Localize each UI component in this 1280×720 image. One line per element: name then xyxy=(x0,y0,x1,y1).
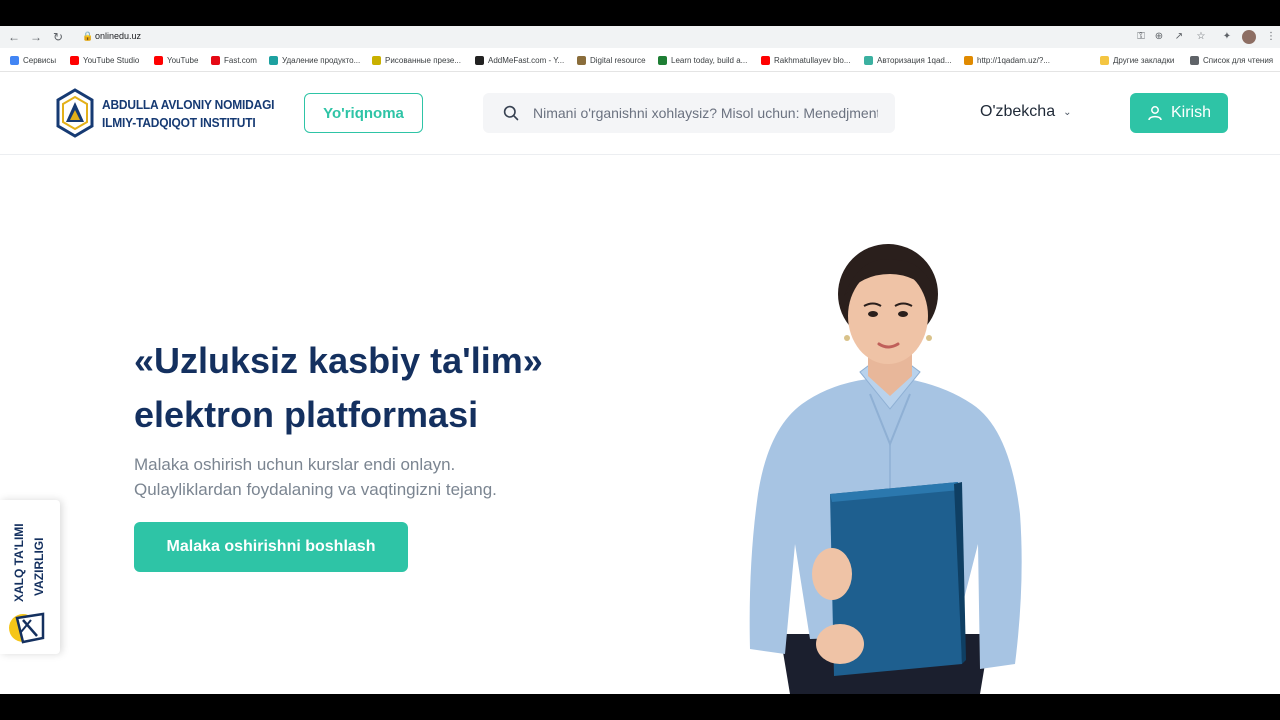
reload-icon[interactable]: ↻ xyxy=(50,29,66,45)
login-label: Kirish xyxy=(1170,104,1211,121)
share-icon[interactable]: ↗ xyxy=(1172,30,1186,44)
profile-avatar[interactable] xyxy=(1242,30,1256,44)
youtube-icon xyxy=(761,55,770,65)
site-icon xyxy=(864,55,873,65)
youtube-icon xyxy=(70,55,79,65)
bookmark-item[interactable]: Rakhmatullayev blo... xyxy=(761,54,850,66)
joomla-icon xyxy=(964,55,973,65)
bookmark-item[interactable]: Авторизация 1qad... xyxy=(864,54,952,66)
forward-icon[interactable]: → xyxy=(28,29,44,45)
site-icon xyxy=(269,55,278,65)
star-icon[interactable]: ☆ xyxy=(1194,30,1208,44)
language-label: O'zbekcha xyxy=(980,103,1056,120)
menu-icon[interactable]: ⋮ xyxy=(1264,30,1278,44)
hero-title: «Uzluksiz kasbiy ta'lim» elektron platfo… xyxy=(134,340,543,435)
screen-bottom-bar xyxy=(0,694,1280,720)
bookmark-item[interactable]: AddMeFast.com - Y... xyxy=(475,54,564,66)
bookmark-item[interactable]: Digital resource xyxy=(577,54,646,66)
bookmark-item[interactable]: YouTube Studio xyxy=(70,54,139,66)
bookmark-item[interactable]: Fast.com xyxy=(211,54,257,66)
page-content: ABDULLA AVLONIY NOMIDAGI ILMIY-TADQIQOT … xyxy=(0,72,1280,694)
screen-top-bar xyxy=(0,0,1280,26)
reading-list-icon xyxy=(1190,55,1199,65)
guide-button[interactable]: Yo'riqnoma xyxy=(304,93,423,133)
address-row: ← → ↻ 🔒 onlinedu.uz ⚿ ⊕ ↗ ☆ ✦ ⋮ xyxy=(0,26,1280,48)
address-bar[interactable]: 🔒 onlinedu.uz xyxy=(72,28,1222,46)
bookmark-item[interactable]: Сервисы xyxy=(10,54,56,66)
chevron-down-icon: ⌄ xyxy=(1063,106,1072,118)
ministry-logo-icon xyxy=(9,612,45,644)
search-box xyxy=(483,93,895,133)
hero-subtitle: Malaka oshirish uchun kurslar endi onlay… xyxy=(134,455,497,499)
grid-icon xyxy=(658,55,667,65)
institute-logo-icon[interactable] xyxy=(56,88,94,138)
teacher-photo xyxy=(749,244,1022,694)
site-header: ABDULLA AVLONIY NOMIDAGI ILMIY-TADQIQOT … xyxy=(0,72,1280,155)
login-button[interactable]: Kirish xyxy=(1130,93,1228,133)
institute-name[interactable]: ABDULLA AVLONIY NOMIDAGI ILMIY-TADQIQOT … xyxy=(102,96,275,132)
url-text: onlinedu.uz xyxy=(95,31,142,41)
search-input[interactable] xyxy=(533,93,878,133)
lock-icon: 🔒 xyxy=(82,31,94,41)
start-training-button[interactable]: Malaka oshirishni boshlash xyxy=(134,522,408,572)
search-icon xyxy=(503,105,519,121)
bookmark-item[interactable]: YouTube xyxy=(154,54,198,66)
bookmarks-bar: Сервисы YouTube Studio YouTube Fast.com … xyxy=(0,50,1280,70)
language-select[interactable]: O'zbekcha ⌄ xyxy=(980,103,1071,121)
apps-icon xyxy=(10,55,19,65)
back-icon[interactable]: ← xyxy=(6,29,22,45)
site-icon xyxy=(475,55,484,65)
speed-icon xyxy=(211,55,220,65)
bookmark-item[interactable]: Удаление продукто... xyxy=(269,54,360,66)
shield-icon xyxy=(577,55,586,65)
reading-list[interactable]: Список для чтения xyxy=(1190,54,1273,66)
site-icon xyxy=(372,55,381,65)
folder-icon xyxy=(1100,55,1109,65)
key-icon[interactable]: ⚿ xyxy=(1134,30,1148,44)
user-icon xyxy=(1148,106,1162,121)
bookmark-item[interactable]: Рисованные презе... xyxy=(372,54,461,66)
youtube-icon xyxy=(154,55,163,65)
extensions-icon[interactable]: ✦ xyxy=(1220,30,1234,44)
zoom-icon[interactable]: ⊕ xyxy=(1152,30,1166,44)
bookmark-folder[interactable]: Другие закладки xyxy=(1100,54,1174,66)
ministry-name: XALQ TA'LIMI VAZIRLIGI xyxy=(12,523,46,602)
bookmark-item[interactable]: http://1qadam.uz/?... xyxy=(964,54,1050,66)
browser-chrome: ← → ↻ 🔒 onlinedu.uz ⚿ ⊕ ↗ ☆ ✦ ⋮ Сервисы … xyxy=(0,26,1280,72)
bookmark-item[interactable]: Learn today, build a... xyxy=(658,54,747,66)
ministry-badge[interactable]: XALQ TA'LIMI VAZIRLIGI xyxy=(0,500,60,654)
